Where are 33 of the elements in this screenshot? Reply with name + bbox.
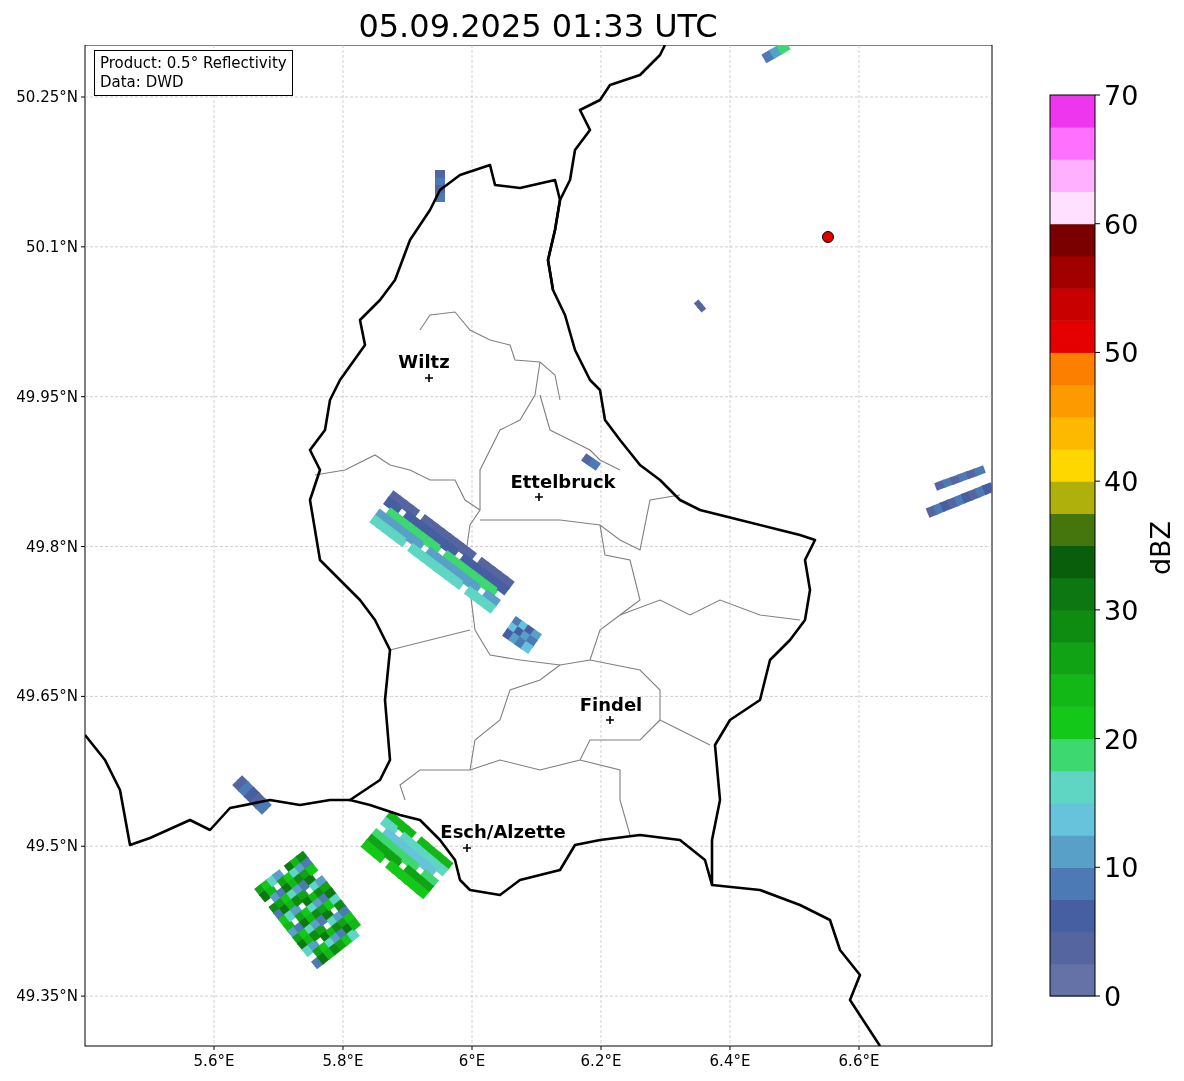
longitude-label: 6.2°E (580, 1052, 622, 1070)
latitude-label: 49.35°N (16, 987, 78, 1006)
city-label: Esch/Alzette (440, 821, 566, 842)
latitude-label: 49.8°N (25, 537, 78, 556)
longitude-label: 5.8°E (322, 1052, 364, 1070)
scale-tick-label: 40 (1104, 466, 1139, 498)
scale-unit-label: dBZ (1145, 520, 1176, 576)
latitude-label: 50.1°N (25, 237, 78, 256)
latitude-label: 49.95°N (16, 387, 78, 406)
scale-tick-label: 70 (1104, 80, 1139, 111)
city-marker-icon (534, 492, 544, 502)
city-marker-icon (424, 373, 434, 383)
city-label: Wiltz (398, 351, 450, 372)
longitude-label: 5.6°E (193, 1052, 235, 1070)
city-marker-icon (605, 715, 615, 725)
latitude-label: 49.5°N (25, 837, 78, 856)
scale-tick-label: 60 (1104, 208, 1139, 240)
scale-tick-label: 10 (1104, 852, 1139, 884)
scale-tick-label: 0 (1104, 981, 1122, 1012)
chart-title: 05.09.2025 01:33 UTC (358, 9, 718, 42)
longitude-label: 6.6°E (838, 1052, 880, 1070)
info-text: Data: DWD (100, 73, 185, 92)
latitude-label: 50.25°N (16, 88, 78, 106)
city-marker-icon (462, 843, 472, 853)
scale-tick-label: 20 (1104, 723, 1139, 755)
info-text: Product: 0.5° Reflectivity (100, 54, 287, 73)
city-label: Findel (579, 694, 643, 715)
longitude-label: 6.4°E (709, 1052, 751, 1070)
scale-tick-label: 50 (1104, 337, 1139, 369)
city-label: Ettelbruck (510, 471, 616, 492)
longitude-label: 6°E (458, 1052, 486, 1070)
latitude-label: 49.65°N (16, 687, 78, 706)
scale-tick-label: 30 (1104, 594, 1139, 626)
